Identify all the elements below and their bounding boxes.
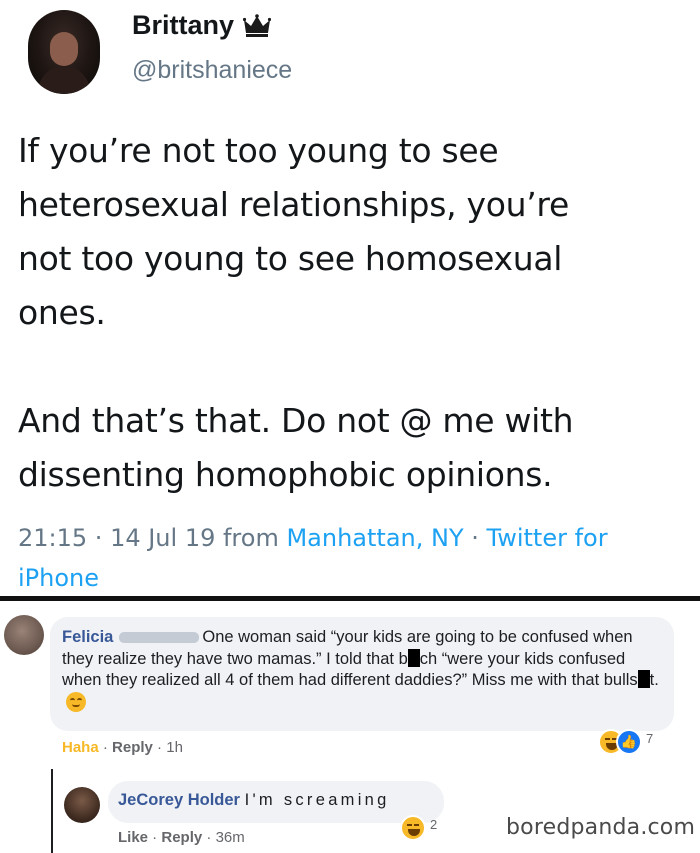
replier-name[interactable]: JeCorey Holder — [118, 791, 240, 809]
censor-block — [407, 648, 420, 667]
reaction-count: 7 — [646, 731, 654, 746]
tweet-avatar[interactable] — [28, 10, 100, 94]
reply-reaction-summary[interactable]: 2 — [400, 815, 450, 843]
commenter-avatar[interactable] — [4, 615, 44, 655]
tweet-metadata: 21:15 · 14 Jul 19 from Manhattan, NY · T… — [18, 518, 690, 598]
tweet-line: If you’re not too young to see — [18, 131, 499, 170]
tweet-author-name[interactable]: Brittany — [132, 10, 234, 41]
tweet-date: 14 Jul 19 from — [110, 524, 287, 552]
comment-time[interactable]: 1h — [166, 739, 183, 756]
comment-text: Felicia One woman said “your kids are goi… — [62, 627, 666, 714]
action-separator: · — [98, 739, 113, 756]
comment-actions: Haha · Reply · 1h — [62, 739, 183, 756]
meta-separator: · — [463, 524, 487, 552]
reply-message: I'm screaming — [244, 791, 390, 809]
meta-separator: · — [87, 524, 111, 552]
tweet-line: ones. — [18, 293, 106, 332]
haha-icon — [400, 815, 426, 841]
action-separator: · — [202, 829, 216, 846]
reply-time[interactable]: 36m — [216, 829, 245, 846]
reply-thread-line — [51, 769, 53, 853]
watermark-logo: boredpanda.com — [506, 815, 696, 840]
unamused-emoji-icon — [66, 691, 86, 712]
tweet-body: If you’re not too young to see heterosex… — [18, 124, 688, 502]
redacted-surname — [119, 632, 200, 644]
crown-icon — [243, 14, 271, 37]
reaction-count: 2 — [430, 817, 438, 832]
like-link[interactable]: Like — [118, 829, 148, 846]
avatar-face — [50, 32, 78, 66]
tweet-card: Brittany @britshaniece If you’re not too… — [0, 0, 700, 596]
action-separator: · — [152, 739, 167, 756]
censor-block — [637, 670, 650, 688]
tweet-location-link[interactable]: Manhattan, NY — [286, 524, 463, 552]
reply-actions: Like · Reply · 36m — [118, 829, 245, 846]
commenter-name[interactable]: Felicia — [62, 628, 113, 646]
avatar-body — [38, 66, 90, 94]
tweet-time[interactable]: 21:15 — [18, 524, 87, 552]
action-separator: · — [148, 829, 162, 846]
facebook-comments: Felicia One woman said “your kids are goi… — [0, 601, 700, 853]
tweet-author-handle[interactable]: @britshaniece — [132, 56, 292, 85]
tweet-line: heterosexual relationships, you’re — [18, 185, 569, 224]
reply-text: JeCorey Holder I'm screaming — [118, 791, 390, 810]
tweet-line: not too young to see homosexual — [18, 239, 563, 278]
reply-link[interactable]: Reply — [161, 829, 202, 846]
reaction-summary[interactable]: 👍 7 — [598, 729, 688, 757]
haha-reaction-link[interactable]: Haha — [62, 739, 99, 756]
replier-avatar[interactable] — [64, 787, 100, 823]
reply-link[interactable]: Reply — [112, 739, 153, 756]
like-icon: 👍 — [616, 729, 642, 755]
comment-text-part: t. — [649, 671, 659, 689]
tweet-line: And that’s that. Do not @ me with — [18, 401, 574, 440]
tweet-line: dissenting homophobic opinions. — [18, 455, 553, 494]
